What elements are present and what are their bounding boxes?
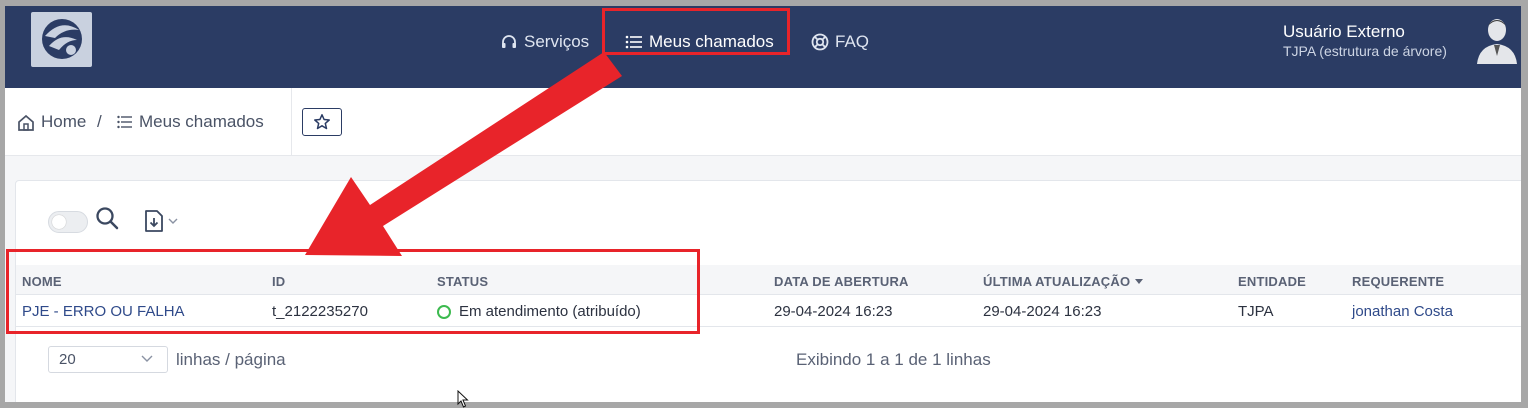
page-size-select[interactable]: 20 bbox=[48, 346, 168, 373]
breadcrumb-home[interactable]: Home bbox=[17, 112, 86, 132]
nav-faq[interactable]: FAQ bbox=[811, 30, 869, 54]
chevron-down-icon bbox=[168, 218, 178, 224]
star-icon bbox=[314, 114, 330, 130]
home-icon bbox=[18, 114, 34, 131]
app-screen: Serviços Meus chamados FAQ Usuário Exter… bbox=[5, 6, 1521, 402]
nav-faq-label: FAQ bbox=[835, 32, 870, 51]
col-requerente[interactable]: REQUERENTE bbox=[1352, 274, 1444, 289]
cell-requerente[interactable]: jonathan Costa bbox=[1352, 303, 1453, 320]
breadcrumb-current-label: Meus chamados bbox=[139, 112, 264, 131]
breadcrumb-home-label: Home bbox=[41, 112, 87, 131]
favorite-button[interactable] bbox=[302, 108, 342, 136]
app-logo[interactable] bbox=[31, 12, 92, 67]
cell-data-abertura: 29-04-2024 16:23 bbox=[774, 303, 893, 320]
user-name[interactable]: Usuário Externo bbox=[1283, 22, 1463, 42]
filter-toggle[interactable] bbox=[48, 211, 88, 233]
col-entidade[interactable]: ENTIDADE bbox=[1238, 274, 1306, 289]
sort-desc-icon bbox=[1135, 278, 1144, 284]
headset-icon bbox=[502, 35, 516, 48]
cell-ultima-atualizacao: 29-04-2024 16:23 bbox=[983, 303, 1102, 320]
search-icon[interactable] bbox=[94, 205, 120, 231]
list-icon bbox=[117, 115, 132, 129]
nav-services-label: Serviços bbox=[524, 32, 590, 51]
annotation-box-nav bbox=[602, 8, 790, 55]
breadcrumb-divider bbox=[291, 88, 292, 156]
pagination-info: Exibindo 1 a 1 de 1 linhas bbox=[796, 350, 991, 369]
mouse-cursor-icon bbox=[457, 390, 469, 408]
rows-per-page-label: linhas / página bbox=[176, 350, 286, 369]
breadcrumb: Home / Meus chamados bbox=[5, 88, 1521, 156]
page-size-value: 20 bbox=[59, 351, 76, 368]
breadcrumb-separator: / bbox=[97, 112, 102, 131]
export-button[interactable] bbox=[144, 207, 184, 235]
file-download-icon bbox=[145, 210, 163, 232]
user-org: TJPA (estrutura de árvore) bbox=[1283, 43, 1447, 59]
chevron-down-icon bbox=[141, 355, 153, 362]
logo-icon bbox=[42, 19, 82, 59]
col-ultima-atualizacao-label: ÚLTIMA ATUALIZAÇÃO bbox=[983, 274, 1131, 289]
col-data-abertura[interactable]: DATA DE ABERTURA bbox=[774, 274, 909, 289]
lifebuoy-icon bbox=[811, 33, 829, 51]
col-ultima-atualizacao[interactable]: ÚLTIMA ATUALIZAÇÃO bbox=[983, 274, 1144, 289]
cell-entidade: TJPA bbox=[1238, 303, 1274, 320]
breadcrumb-current: Meus chamados bbox=[117, 112, 264, 132]
nav-services[interactable]: Serviços bbox=[500, 30, 589, 54]
annotation-box-row bbox=[6, 249, 700, 334]
user-avatar-icon[interactable] bbox=[1475, 14, 1519, 64]
